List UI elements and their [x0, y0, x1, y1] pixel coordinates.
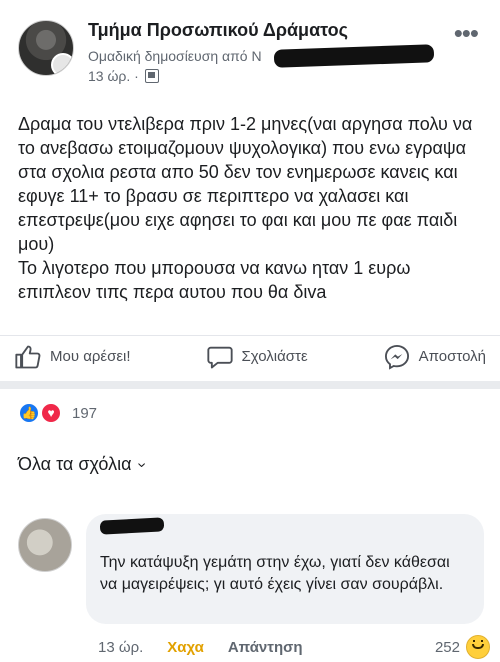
comment-button[interactable]: Σχολιάστε [206, 343, 308, 371]
group-avatar[interactable] [18, 20, 74, 76]
post-time-text[interactable]: 13 ώρ. · [88, 68, 139, 84]
post-actions: Μου αρέσει! Σχολιάστε Αποστολή [0, 335, 500, 377]
love-reaction-icon: ♥ [40, 402, 62, 424]
chevron-down-icon: › [134, 461, 152, 468]
comment-text: Την κατάψυξη γεμάτη στην έχω, γιατί δεν … [100, 554, 450, 593]
send-label: Αποστολή [418, 348, 486, 365]
speech-bubble-icon [206, 346, 233, 368]
like-reaction-icon: 👍 [18, 402, 40, 424]
post-subtitle: Ομαδική δημοσίευση από Ν [88, 48, 262, 64]
section-divider [0, 381, 500, 389]
comment-reaction-count: 252 [434, 638, 460, 656]
group-privacy-icon [144, 69, 159, 83]
haha-emoji-icon [466, 635, 490, 659]
post-header: Τμήμα Προσωπικού Δράματος Ομαδική δημοσί… [18, 20, 488, 88]
more-options-icon[interactable]: ••• [454, 20, 479, 46]
haha-button[interactable]: Χαχα [167, 639, 204, 656]
redaction-mark [273, 44, 435, 68]
post-text: Δραμα του ντελιβερα πριν 1-2 μηνες(ναι α… [18, 114, 473, 302]
comments-filter-dropdown[interactable]: Όλα τα σχόλια › [18, 454, 151, 475]
group-name[interactable]: Τμήμα Προσωπικού Δράματος [88, 20, 348, 41]
reaction-count: 197 [72, 404, 98, 422]
comment-reactions[interactable]: 252 [435, 635, 490, 659]
reply-button[interactable]: Απάντηση [228, 639, 303, 656]
send-button[interactable]: Αποστολή [383, 343, 486, 371]
thumbs-up-icon [15, 345, 41, 368]
like-button[interactable]: Μου αρέσει! [14, 343, 131, 371]
comments-filter-label: Όλα τα σχόλια [18, 454, 132, 474]
messenger-icon [384, 344, 409, 370]
comment-time[interactable]: 13 ώρ. [98, 639, 143, 656]
comment-meta: 13 ώρ. Χαχα Απάντηση 252 [98, 635, 490, 659]
commenter-avatar[interactable] [18, 518, 72, 572]
post-subtitle-text: Ομαδική δημοσίευση από Ν [88, 48, 262, 64]
reactions-summary[interactable]: 👍 ♥ 197 [18, 402, 97, 424]
post-time: 13 ώρ. · [88, 68, 159, 84]
comment-label: Σχολιάστε [241, 348, 308, 365]
profile-badge-icon [51, 53, 73, 75]
like-label: Μου αρέσει! [50, 348, 131, 365]
